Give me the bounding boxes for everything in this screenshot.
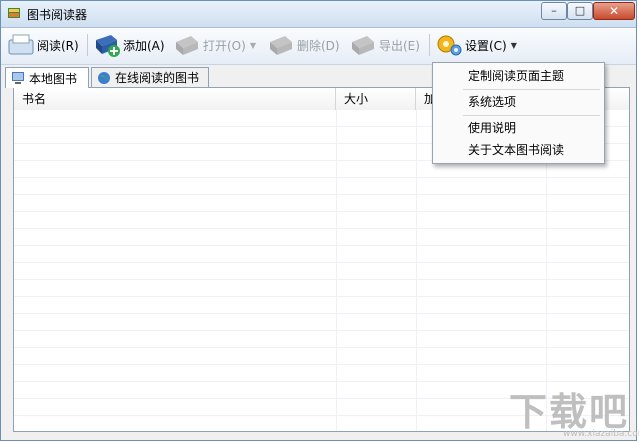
tab-online-books[interactable]: 在线阅读的图书 — [91, 67, 209, 87]
settings-dropdown-menu: 定制阅读页面主题 系统选项 使用说明 关于文本图书阅读 — [432, 62, 605, 164]
settings-label: 设置(C) — [465, 38, 507, 53]
minimize-button[interactable]: – — [541, 2, 567, 20]
toolbar-separator — [429, 34, 430, 56]
open-label: 打开(O) — [203, 38, 246, 53]
delete-button[interactable]: 删除(D) — [267, 30, 340, 60]
column-divider — [416, 110, 417, 431]
title-bar[interactable]: 图书阅读器 – □ ✕ — [1, 1, 636, 28]
tab-local-books[interactable]: 本地图书 — [5, 67, 89, 88]
watermark-logo: 下载吧 — [509, 390, 630, 434]
close-button[interactable]: ✕ — [593, 2, 635, 20]
close-icon: ✕ — [608, 4, 620, 18]
window-title: 图书阅读器 — [27, 8, 88, 22]
globe-icon — [97, 71, 111, 85]
add-label: 添加(A) — [123, 38, 165, 53]
read-label: 阅读(R) — [37, 38, 79, 53]
menu-item-help[interactable]: 使用说明 — [435, 117, 602, 139]
menu-item-customize-theme[interactable]: 定制阅读页面主题 — [435, 65, 602, 87]
delete-label: 删除(D) — [297, 38, 340, 53]
book-app-icon — [7, 6, 21, 20]
delete-book-icon — [267, 32, 295, 58]
toolbar-separator — [87, 34, 88, 56]
settings-dropdown-icon[interactable]: ▼ — [511, 41, 517, 50]
open-book-icon — [173, 32, 201, 58]
gears-icon — [435, 32, 463, 58]
computer-icon — [11, 71, 25, 85]
settings-button[interactable]: 设置(C) ▼ — [435, 30, 517, 60]
toolbar: 阅读(R) 添加(A) 打开(O) ▼ 删除(D) 导出(E) 设置(C) ▼ — [1, 28, 636, 65]
open-dropdown-icon[interactable]: ▼ — [250, 41, 256, 50]
open-button[interactable]: 打开(O) ▼ — [173, 30, 256, 60]
add-book-icon — [93, 32, 121, 58]
export-label: 导出(E) — [379, 38, 420, 53]
maximize-button[interactable]: □ — [567, 2, 593, 20]
read-button[interactable]: 阅读(R) — [7, 30, 79, 60]
minimize-icon: – — [551, 4, 557, 17]
read-icon — [7, 32, 35, 58]
watermark-url: www.xiazaiba.com — [563, 429, 639, 439]
menu-separator — [463, 115, 600, 116]
menu-item-about[interactable]: 关于文本图书阅读 — [435, 139, 602, 161]
tab-label: 在线阅读的图书 — [115, 71, 200, 85]
column-divider — [336, 110, 337, 431]
column-header-title[interactable]: 书名 — [14, 88, 336, 110]
add-button[interactable]: 添加(A) — [93, 30, 165, 60]
menu-separator — [463, 89, 600, 90]
column-header-size[interactable]: 大小 — [336, 88, 416, 110]
menu-item-system-options[interactable]: 系统选项 — [435, 91, 602, 113]
export-book-icon — [349, 32, 377, 58]
maximize-icon: □ — [574, 4, 586, 17]
export-button[interactable]: 导出(E) — [349, 30, 420, 60]
tab-label: 本地图书 — [29, 71, 78, 86]
